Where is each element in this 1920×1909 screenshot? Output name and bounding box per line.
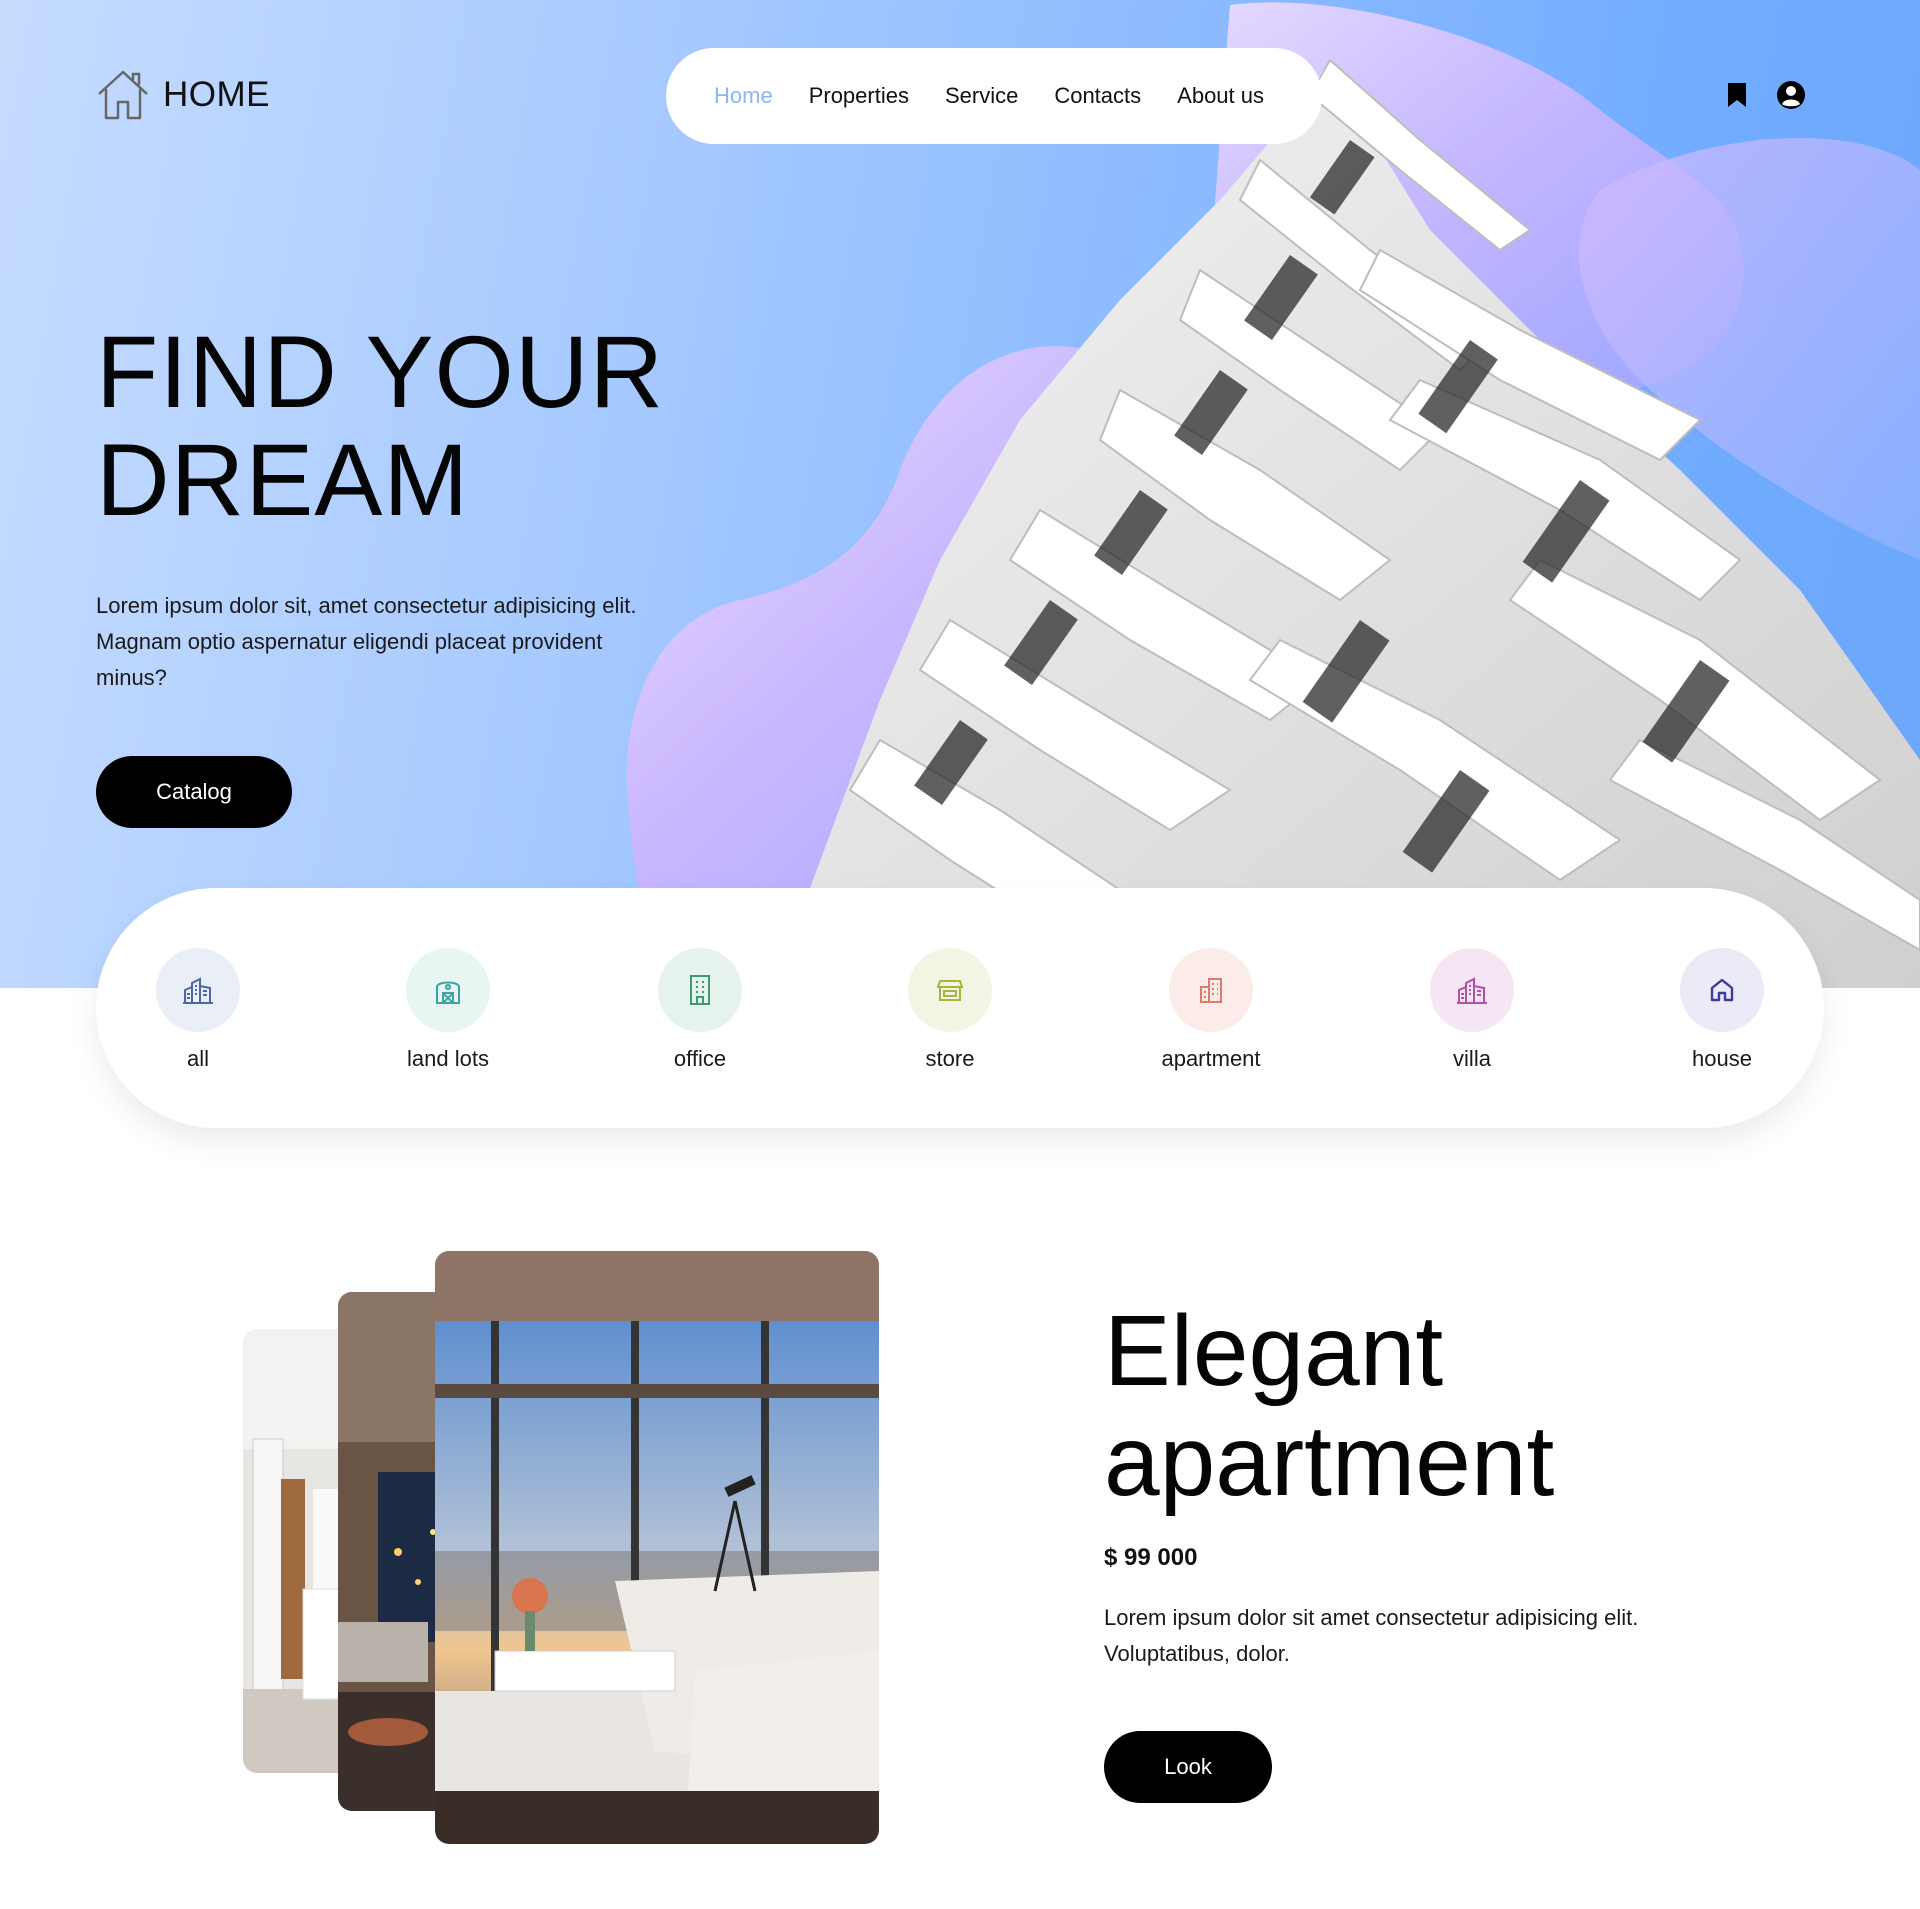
feature-title-line-1: Elegant <box>1104 1295 1444 1407</box>
feature-title: Elegant apartment <box>1104 1296 1554 1516</box>
gallery-photo-living-room-main[interactable] <box>435 1251 879 1844</box>
apartment-building-icon <box>1169 948 1253 1032</box>
category-label: store <box>925 1046 975 1071</box>
office-building-icon <box>658 948 742 1032</box>
hero-title-line-1: FIND YOUR <box>96 315 665 429</box>
nav-properties[interactable]: Properties <box>809 83 909 109</box>
category-apartment[interactable]: apartment <box>1131 948 1291 1072</box>
hero-title-line-2: DREAM <box>96 423 470 537</box>
house-icon <box>1680 948 1764 1032</box>
catalog-button[interactable]: Catalog <box>96 756 292 828</box>
category-label: house <box>1692 1046 1752 1071</box>
city-buildings-icon <box>156 948 240 1032</box>
logo-text: HOME <box>163 75 270 114</box>
feature-title-line-2: apartment <box>1104 1405 1555 1517</box>
category-villa[interactable]: villa <box>1392 948 1552 1072</box>
bookmark-icon[interactable] <box>1726 82 1748 108</box>
header-actions <box>1726 80 1806 110</box>
category-label: office <box>673 1046 727 1071</box>
category-label: villa <box>1453 1046 1491 1071</box>
nav-contacts[interactable]: Contacts <box>1054 83 1141 109</box>
site-logo[interactable]: HOME <box>95 68 270 122</box>
hero-title: FIND YOUR DREAM <box>96 318 664 534</box>
villa-buildings-icon <box>1430 948 1514 1032</box>
category-label: land lots <box>407 1046 489 1071</box>
category-land-lots[interactable]: land lots <box>368 948 528 1072</box>
category-all[interactable]: all <box>118 948 278 1072</box>
category-house[interactable]: house <box>1642 948 1802 1072</box>
category-bar: all land lots office store apartment vil… <box>96 888 1824 1128</box>
feature-price: $ 99 000 <box>1104 1544 1198 1571</box>
store-icon <box>908 948 992 1032</box>
hero-description: Lorem ipsum dolor sit, amet consectetur … <box>96 593 637 690</box>
nav-home[interactable]: Home <box>714 83 773 109</box>
category-label: all <box>186 1046 209 1071</box>
category-store[interactable]: store <box>870 948 1030 1072</box>
main-nav: Home Properties Service Contacts About u… <box>666 48 1322 144</box>
nav-service[interactable]: Service <box>945 83 1018 109</box>
hero-section: HOME Home Properties Service Contacts Ab… <box>0 0 1920 988</box>
look-button[interactable]: Look <box>1104 1731 1272 1803</box>
nav-about-us[interactable]: About us <box>1177 83 1264 109</box>
user-circle-icon[interactable] <box>1776 80 1806 110</box>
category-office[interactable]: office <box>620 948 780 1072</box>
feature-description: Lorem ipsum dolor sit amet consectetur a… <box>1104 1605 1639 1666</box>
category-label: apartment <box>1161 1046 1261 1071</box>
house-outline-icon <box>95 68 151 122</box>
barn-icon <box>406 948 490 1032</box>
